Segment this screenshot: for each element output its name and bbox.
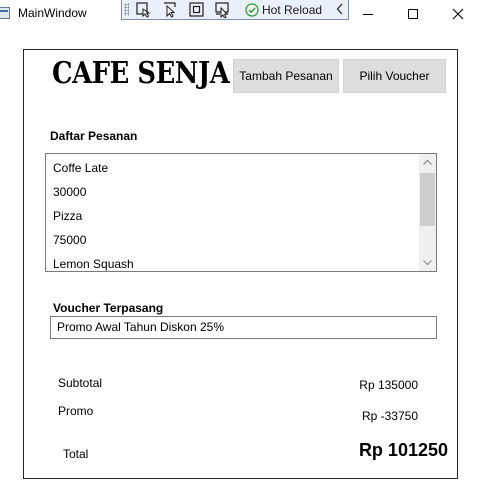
tambah-pesanan-button[interactable]: Tambah Pesanan	[233, 59, 339, 93]
subtotal-value: Rp 135000	[359, 378, 418, 392]
pilih-voucher-button[interactable]: Pilih Voucher	[343, 59, 446, 93]
voucher-terpasang-label: Voucher Terpasang	[53, 301, 164, 315]
promo-label: Promo	[58, 404, 94, 418]
select-element-icon[interactable]	[135, 1, 152, 18]
minimize-button[interactable]	[345, 0, 391, 27]
list-item[interactable]: 75000	[46, 228, 419, 252]
vertical-scrollbar[interactable]	[419, 154, 436, 271]
list-item[interactable]: 30000	[46, 180, 419, 204]
daftar-pesanan-list[interactable]: Coffe Late 30000 Pizza 75000 Lemon Squas…	[45, 153, 437, 272]
maximize-button[interactable]	[390, 0, 436, 27]
close-button[interactable]	[435, 0, 477, 27]
daftar-pesanan-label: Daftar Pesanan	[50, 129, 138, 143]
subtotal-label: Subtotal	[58, 376, 103, 390]
app-title: CAFE SENJA	[52, 56, 230, 91]
list-item[interactable]: Pizza	[46, 204, 419, 228]
list-item[interactable]: Lemon Squash	[46, 252, 419, 271]
scroll-up-icon[interactable]	[419, 154, 436, 171]
window-app-icon	[0, 7, 10, 19]
scroll-down-icon[interactable]	[419, 254, 436, 271]
total-value: Rp 101250	[358, 440, 448, 460]
voucher-field[interactable]: Promo Awal Tahun Diskon 25%	[50, 316, 437, 339]
track-focus-icon[interactable]	[214, 1, 231, 18]
close-icon	[452, 8, 464, 20]
hot-reload-button[interactable]: Hot Reload	[245, 1, 322, 18]
promo-value: Rp -33750	[361, 409, 418, 423]
select-pointer-icon[interactable]	[162, 1, 179, 18]
list-item[interactable]: Coffe Late	[46, 156, 419, 180]
minimize-icon	[363, 14, 373, 15]
main-content: CAFE SENJA Tambah Pesanan Pilih Voucher …	[23, 49, 458, 479]
window-title: MainWindow	[18, 6, 87, 20]
layout-adorner-icon[interactable]	[188, 1, 205, 18]
maximize-icon	[408, 9, 418, 19]
check-circle-icon	[245, 2, 259, 17]
title-bar: MainWindow Hot Reload	[0, 0, 477, 27]
toolbar-grip-icon[interactable]	[124, 3, 129, 16]
total-label: Total	[63, 447, 89, 461]
hot-reload-label: Hot Reload	[262, 2, 323, 17]
hot-reload-toolbar: Hot Reload	[121, 0, 349, 20]
scroll-thumb[interactable]	[420, 173, 435, 226]
